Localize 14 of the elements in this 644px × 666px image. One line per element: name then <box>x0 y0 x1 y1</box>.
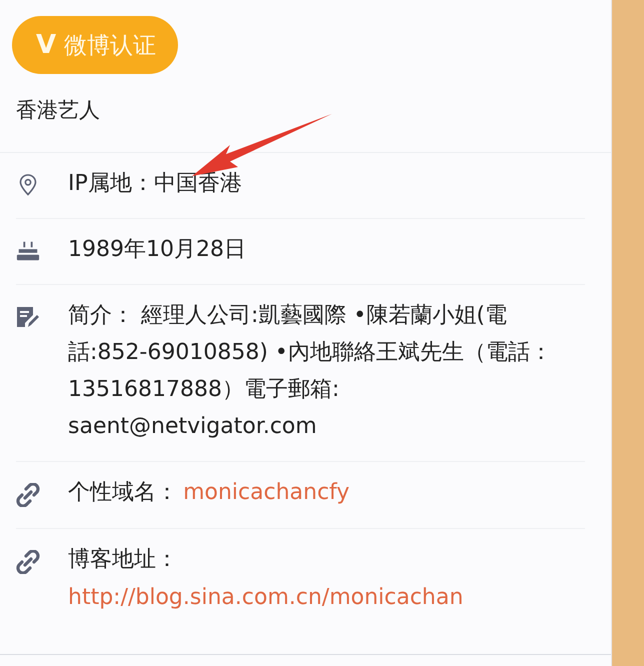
info-label: 个性域名： <box>68 480 178 505</box>
profile-link[interactable]: monicachancfy <box>183 480 350 505</box>
info-label: 博客地址： <box>68 547 178 572</box>
verified-badge: V 微博认证 <box>12 16 178 74</box>
link-icon <box>16 483 40 507</box>
link-icon <box>16 550 40 574</box>
cake-icon <box>16 240 40 262</box>
info-text: IP属地：中国香港 <box>68 170 243 198</box>
info-text: 简介： 經理人公司:凱藝國際 •陳若蘭小姐(電話:852-69010858) •內地聯絡王斌先生（電話：13516817888）電子郵箱: saent@netvigator.com <box>68 302 553 441</box>
edit-note-icon <box>16 306 40 328</box>
info-text: 1989年10月28日 <box>68 236 247 264</box>
location-pin-icon <box>19 174 37 196</box>
profile-link[interactable]: http://blog.sina.com.cn/monicachan <box>68 585 464 610</box>
profile-description: 香港艺人 <box>16 97 100 124</box>
